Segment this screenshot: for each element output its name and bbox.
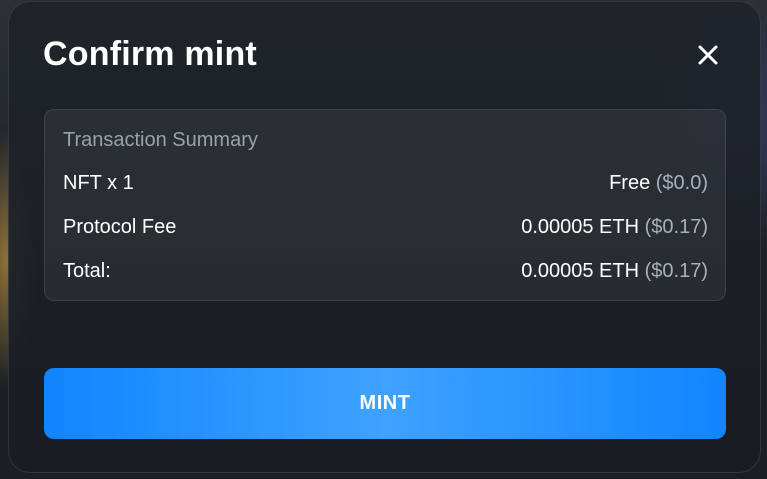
value-usd: ($0.17) (644, 215, 708, 238)
value-amount: Free (609, 171, 651, 194)
value-usd: ($0.17) (644, 259, 708, 282)
value-amount: 0.00005 ETH (521, 215, 640, 238)
close-button[interactable] (693, 40, 723, 70)
mint-button[interactable]: MINT (44, 368, 726, 439)
summary-row-protocol-fee: Protocol Fee 0.00005 ETH ($0.17) (63, 214, 708, 240)
confirm-mint-dialog: Confirm mint Transaction Summary NFT x 1… (8, 1, 761, 473)
summary-heading: Transaction Summary (63, 129, 258, 151)
summary-row-label: NFT x 1 (63, 171, 134, 194)
summary-row-value: 0.00005 ETH ($0.17) (521, 216, 708, 239)
value-amount: 0.00005 ETH (521, 259, 640, 282)
summary-row-value: 0.00005 ETH ($0.17) (521, 260, 708, 283)
summary-row-total: Total: 0.00005 ETH ($0.17) (63, 258, 708, 284)
summary-row-label: Protocol Fee (63, 215, 177, 238)
summary-row-label: Total: (63, 259, 111, 282)
summary-row-nft: NFT x 1 Free ($0.0) (63, 170, 708, 196)
close-icon (698, 45, 718, 65)
summary-row-value: Free ($0.0) (609, 172, 708, 195)
dialog-title: Confirm mint (43, 35, 257, 73)
value-usd: ($0.0) (655, 171, 708, 194)
transaction-summary-card: Transaction Summary NFT x 1 Free ($0.0) … (44, 109, 726, 301)
